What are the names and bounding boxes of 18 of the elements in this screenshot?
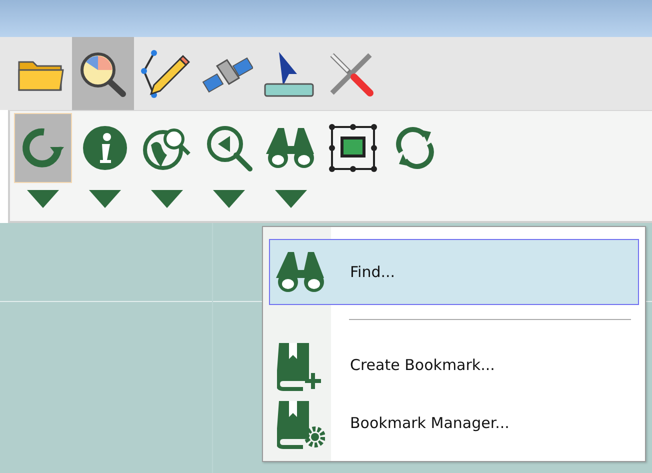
menu-item[interactable]: Bookmark Manager... xyxy=(269,394,639,452)
dropdown-arrow-icon[interactable] xyxy=(89,190,121,208)
extent-icon xyxy=(328,123,378,173)
menu-item[interactable]: Create Bookmark... xyxy=(269,336,639,394)
menu-item[interactable]: Find... xyxy=(269,239,639,305)
binoculars-icon xyxy=(276,250,326,294)
zoom-back-icon xyxy=(205,124,253,172)
dropdown-arrow-icon[interactable] xyxy=(275,190,307,208)
ruler-pointer-icon xyxy=(263,50,315,98)
sync-icon xyxy=(393,126,437,170)
magnifier-chart-icon xyxy=(78,50,128,98)
ribbon-tab[interactable] xyxy=(72,37,134,110)
dropdown-arrow-icon[interactable] xyxy=(27,190,59,208)
binoculars-icon xyxy=(266,126,316,170)
dropdown-arrow-icon[interactable] xyxy=(151,190,183,208)
info-icon xyxy=(82,125,128,171)
pencil-vertex-icon xyxy=(140,48,190,98)
dropdown-arrow-icon[interactable] xyxy=(213,190,245,208)
